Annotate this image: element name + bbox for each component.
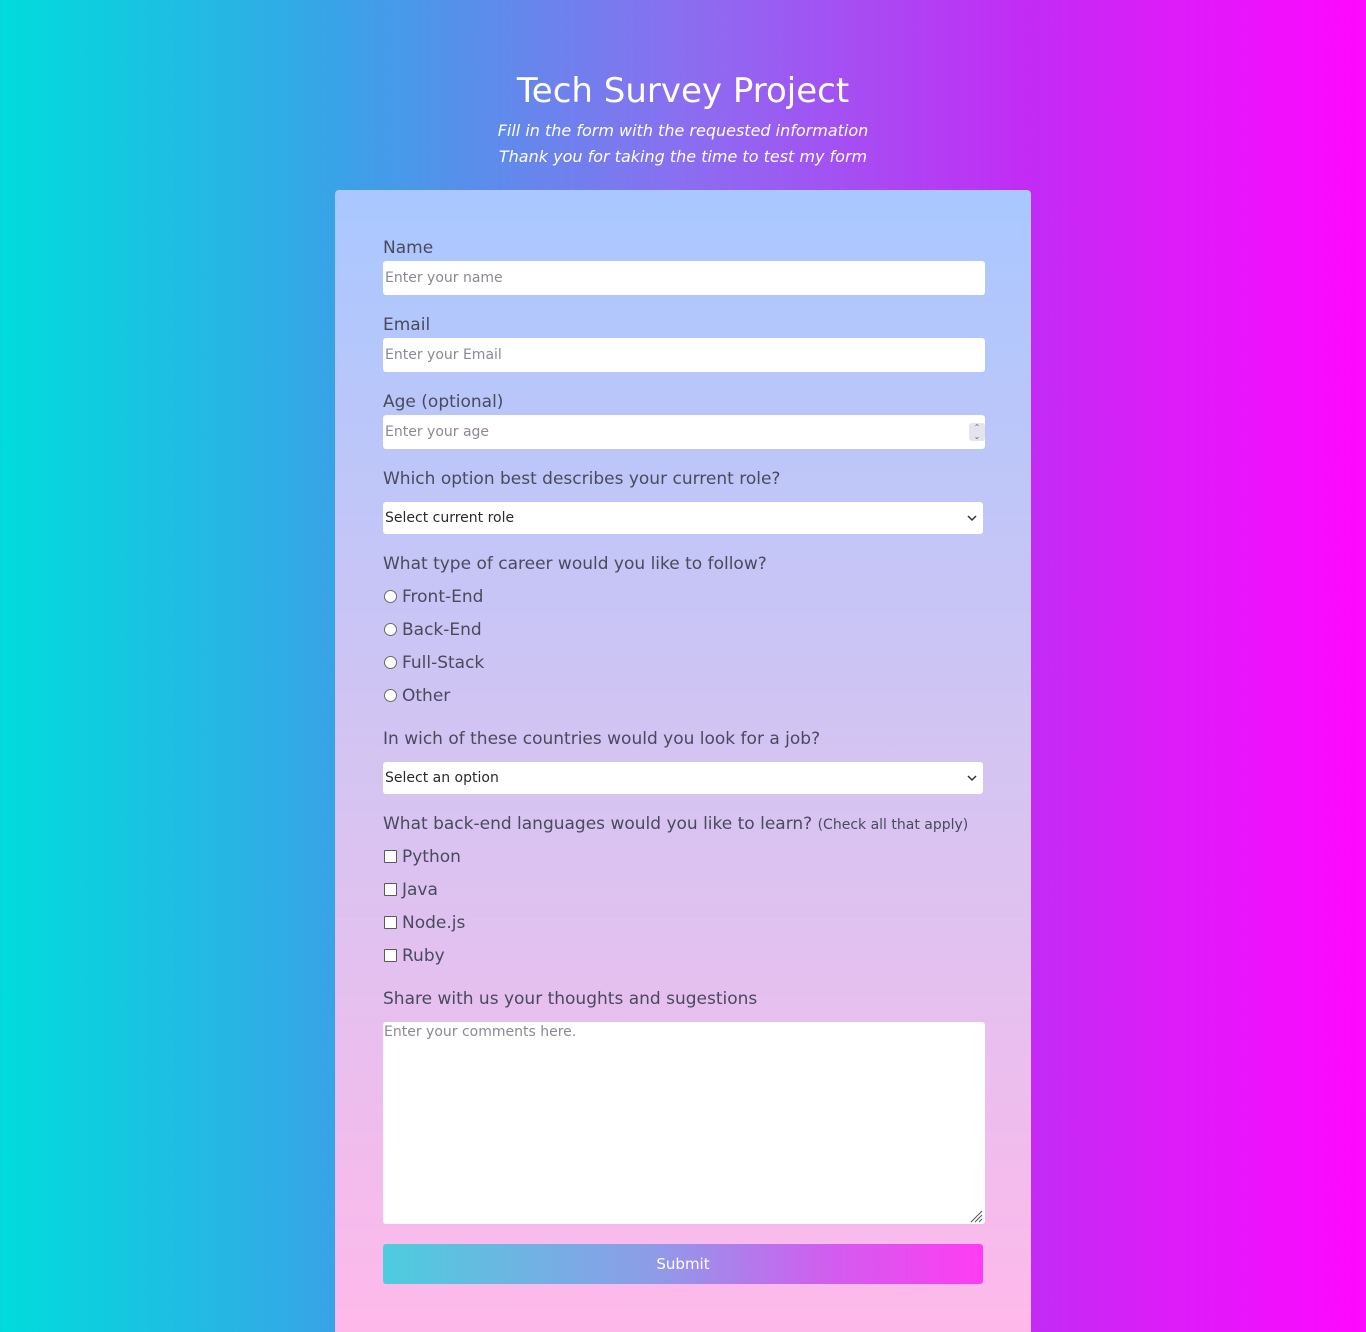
- country-label: In wich of these countries would you loo…: [383, 729, 821, 749]
- page-description: Fill in the form with the requested info…: [0, 118, 1366, 170]
- career-option-label: Front-End: [402, 587, 484, 607]
- email-label: Email: [383, 315, 431, 335]
- language-option[interactable]: Java: [383, 880, 438, 902]
- career-option-label: Other: [402, 686, 451, 706]
- career-option[interactable]: Full-Stack: [383, 653, 484, 675]
- radio-button[interactable]: [384, 589, 397, 603]
- spinner-icon[interactable]: ⌃ ⌄: [969, 423, 985, 441]
- page-header: Tech Survey Project Fill in the form wit…: [0, 68, 1366, 170]
- description-line-1: Fill in the form with the requested info…: [497, 121, 869, 140]
- country-select-value: Select an option: [385, 770, 499, 786]
- language-option-label: Ruby: [402, 946, 445, 966]
- comments-textarea[interactable]: [383, 1022, 985, 1224]
- career-option-label: Full-Stack: [402, 653, 485, 673]
- career-label: What type of career would you like to fo…: [383, 554, 767, 574]
- role-select[interactable]: Select current role: [383, 502, 983, 534]
- radio-button[interactable]: [384, 688, 397, 702]
- comments-field: [335, 1022, 1031, 1224]
- name-input[interactable]: [383, 261, 985, 295]
- radio-button[interactable]: [384, 655, 397, 669]
- checkbox[interactable]: [384, 882, 397, 896]
- language-option[interactable]: Python: [383, 847, 461, 869]
- languages-label: What back-end languages would you like t…: [383, 814, 968, 834]
- career-option[interactable]: Back-End: [383, 620, 482, 642]
- role-label: Which option best describes your current…: [383, 469, 781, 489]
- email-input[interactable]: [383, 338, 985, 372]
- description-line-2: Thank you for taking the time to test my…: [498, 147, 868, 166]
- country-select[interactable]: Select an option: [383, 762, 983, 794]
- role-select-value: Select current role: [385, 510, 515, 526]
- resize-handle-icon[interactable]: [969, 1208, 983, 1223]
- languages-question: What back-end languages would you like t…: [383, 814, 813, 834]
- language-option-label: Python: [402, 847, 461, 867]
- age-label: Age (optional): [383, 392, 504, 412]
- page-title: Tech Survey Project: [516, 71, 850, 111]
- radio-button[interactable]: [384, 622, 397, 636]
- career-option[interactable]: Front-End: [383, 587, 483, 609]
- age-input[interactable]: [383, 415, 985, 449]
- language-option[interactable]: Ruby: [383, 946, 445, 968]
- chevron-down-icon: [967, 762, 977, 807]
- survey-form: Name Email Age (optional) ⌃⌄ Which optio…: [335, 190, 1031, 1332]
- checkbox[interactable]: [384, 915, 397, 929]
- name-label: Name: [383, 238, 434, 258]
- checkbox[interactable]: [384, 948, 397, 962]
- language-option[interactable]: Node.js: [383, 913, 465, 935]
- language-option-label: Java: [402, 880, 438, 900]
- submit-button[interactable]: Submit: [383, 1244, 983, 1284]
- career-option[interactable]: Other: [383, 686, 450, 708]
- checkbox[interactable]: [384, 849, 397, 863]
- age-field: ⌃⌄: [335, 415, 1031, 449]
- language-option-label: Node.js: [402, 913, 466, 933]
- career-option-label: Back-End: [402, 620, 482, 640]
- chevron-down-icon: [967, 502, 977, 547]
- comments-label: Share with us your thoughts and sugestio…: [383, 989, 758, 1009]
- languages-hint: (Check all that apply): [817, 817, 969, 833]
